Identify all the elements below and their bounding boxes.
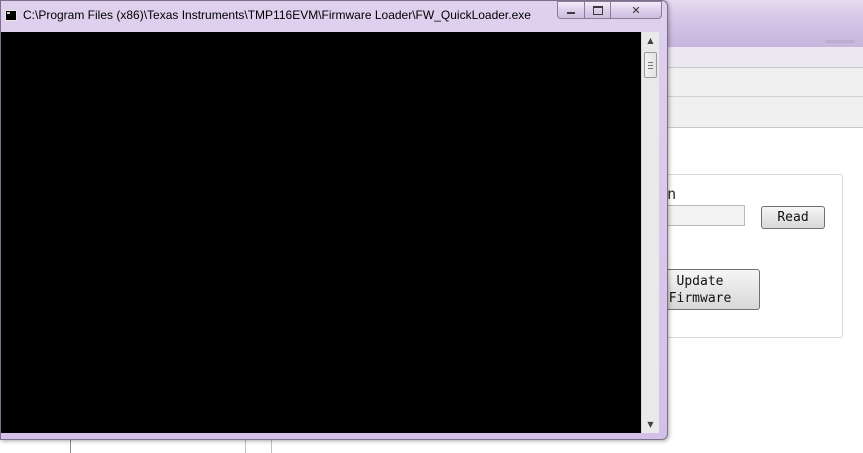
- background-titlebar: [660, 0, 863, 47]
- minimize-icon: [567, 11, 575, 14]
- console-output-area[interactable]: [1, 32, 641, 433]
- console-titlebar[interactable]: C:\Program Files (x86)\Texas Instruments…: [1, 1, 667, 31]
- maximize-button[interactable]: [584, 1, 610, 19]
- caption-buttons: ✕: [557, 1, 662, 19]
- scroll-up-arrow-icon[interactable]: ▲: [642, 32, 659, 49]
- minimize-button[interactable]: [557, 1, 584, 19]
- close-button[interactable]: ✕: [610, 1, 662, 19]
- background-menubar: [660, 47, 863, 68]
- console-window-title: C:\Program Files (x86)\Texas Instruments…: [23, 8, 531, 22]
- close-icon: ✕: [631, 3, 641, 17]
- console-app-icon[interactable]: [5, 10, 17, 21]
- console-window: C:\Program Files (x86)\Texas Instruments…: [0, 0, 668, 440]
- scrollbar-thumb[interactable]: [644, 52, 657, 78]
- background-tabbar: [660, 97, 863, 128]
- maximize-icon: [592, 5, 603, 15]
- scroll-down-arrow-icon[interactable]: ▼: [642, 416, 659, 433]
- console-vertical-scrollbar[interactable]: ▲ ▼: [641, 32, 659, 433]
- background-toolbar: [660, 68, 863, 97]
- read-button[interactable]: Read: [761, 206, 825, 229]
